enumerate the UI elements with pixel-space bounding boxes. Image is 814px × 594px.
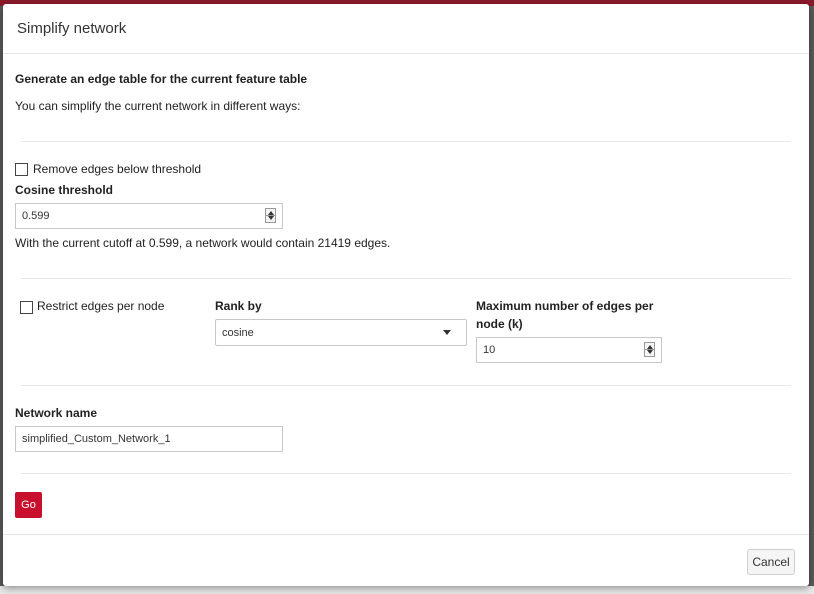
remove-edges-label: Remove edges below threshold (33, 162, 202, 176)
network-name-input[interactable]: simplified_Custom_Network_1 (15, 426, 283, 452)
max-edges-input[interactable]: 10 (476, 337, 662, 363)
dialog-footer-divider (3, 534, 809, 535)
dialog-title: Simplify network (17, 20, 127, 37)
threshold-info-text: With the current cutoff at 0.599, a netw… (15, 236, 391, 250)
intro-heading: Generate an edge table for the current f… (15, 72, 308, 86)
restrict-edges-checkbox[interactable] (20, 301, 33, 314)
divider (21, 473, 791, 474)
chevron-down-icon (443, 330, 451, 335)
dialog-header: Simplify network (3, 4, 809, 54)
remove-edges-checkbox[interactable] (15, 163, 28, 176)
page-backdrop (0, 586, 814, 594)
divider (21, 141, 791, 142)
divider (21, 385, 791, 386)
max-edges-value: 10 (483, 344, 496, 356)
restrict-edges-label: Restrict edges per node (37, 299, 165, 313)
simplify-network-dialog: Simplify network Generate an edge table … (3, 4, 809, 586)
intro-description: You can simplify the current network in … (15, 99, 301, 113)
max-edges-label-line2: node (k) (476, 317, 523, 331)
divider (21, 278, 791, 279)
cosine-threshold-value: 0.599 (22, 210, 50, 222)
cosine-threshold-input[interactable]: 0.599 (15, 203, 283, 229)
rank-by-select[interactable]: cosine (215, 319, 467, 346)
network-name-label: Network name (15, 406, 98, 420)
number-spinner-icon[interactable] (265, 208, 276, 223)
cosine-threshold-label: Cosine threshold (15, 183, 114, 197)
go-button[interactable]: Go (15, 492, 42, 518)
number-spinner-icon[interactable] (644, 342, 655, 357)
network-name-value: simplified_Custom_Network_1 (22, 433, 171, 445)
rank-by-label: Rank by (215, 299, 262, 313)
cancel-button[interactable]: Cancel (747, 549, 795, 575)
max-edges-label-line1: Maximum number of edges per (476, 299, 654, 313)
rank-by-value: cosine (222, 326, 254, 339)
